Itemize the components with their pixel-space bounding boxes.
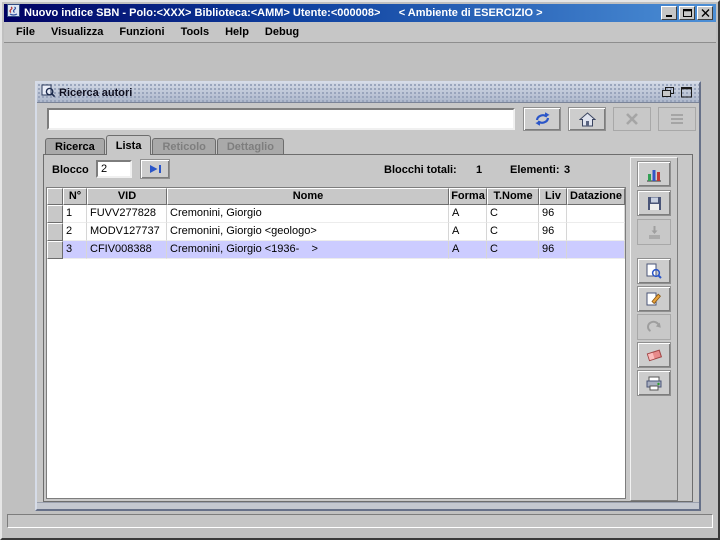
refresh-icon <box>534 112 550 126</box>
table-row[interactable]: 1 FUVV277828 Cremonini, Giorgio A C 96 <box>47 205 625 223</box>
blocco-input[interactable] <box>96 160 132 178</box>
edit-record-button[interactable] <box>637 286 671 312</box>
col-selector <box>47 188 63 205</box>
search-book-icon <box>41 83 56 102</box>
cancel-icon <box>626 113 638 125</box>
tab-reticolo: Reticolo <box>152 138 216 155</box>
row-selector-cell <box>47 223 63 241</box>
list-icon <box>671 114 683 124</box>
close-icon <box>701 9 709 17</box>
menu-debug[interactable]: Debug <box>257 23 307 41</box>
table-row[interactable]: 2 MODV127737 Cremonini, Giorgio <geologo… <box>47 223 625 241</box>
print-button[interactable] <box>637 370 671 396</box>
row-selector-cell <box>47 205 63 223</box>
cancel-button <box>613 107 651 131</box>
frame-titlebar[interactable]: Ricerca autori <box>37 83 699 103</box>
menu-bar: File Visualizza Funzioni Tools Help Debu… <box>4 22 716 43</box>
frame-restore-button[interactable] <box>659 85 676 101</box>
erase-button[interactable] <box>637 342 671 368</box>
next-block-icon <box>149 165 161 173</box>
menu-funzioni[interactable]: Funzioni <box>111 23 172 41</box>
eraser-icon <box>646 349 662 362</box>
blocchi-totali-label: Blocchi totali: <box>384 164 457 176</box>
table-header: N° VID Nome Forma T.Nome Liv Datazione <box>47 188 625 205</box>
menu-visualizza[interactable]: Visualizza <box>43 23 111 41</box>
export-button[interactable] <box>637 190 671 216</box>
col-liv[interactable]: Liv <box>539 188 567 205</box>
chart-icon <box>647 170 661 182</box>
undo-button <box>637 314 671 340</box>
ricerca-autori-frame: Ricerca autori Ricerca Lista Reticolo De… <box>35 81 701 511</box>
col-vid[interactable]: VID <box>87 188 167 205</box>
frame-maximize-button[interactable] <box>678 85 695 101</box>
home-button[interactable] <box>568 107 606 131</box>
tab-dettaglio: Dettaglio <box>216 138 284 155</box>
home-icon <box>578 111 596 126</box>
menu-tools[interactable]: Tools <box>173 23 218 41</box>
col-forma[interactable]: Forma <box>449 188 487 205</box>
menu-help[interactable]: Help <box>217 23 257 41</box>
import-button <box>637 219 671 245</box>
frame-title: Ricerca autori <box>59 86 133 99</box>
side-toolbar <box>630 157 678 501</box>
minimize-icon <box>665 15 672 17</box>
desktop-pane: Ricerca autori Ricerca Lista Reticolo De… <box>4 43 716 536</box>
menu-file[interactable]: File <box>8 23 43 41</box>
import-icon <box>648 225 660 239</box>
status-bar <box>7 514 713 528</box>
elementi-label: Elementi: <box>510 164 560 176</box>
col-datazione[interactable]: Datazione <box>567 188 625 205</box>
col-t-nome[interactable]: T.Nome <box>487 188 539 205</box>
magnifier-doc-icon <box>646 263 662 279</box>
search-input[interactable] <box>47 108 515 130</box>
chart-button[interactable] <box>637 161 671 187</box>
list-button <box>658 107 696 131</box>
printer-icon <box>646 376 662 390</box>
table-row-selected[interactable]: 3 CFIV008388 Cremonini, Giorgio <1936- >… <box>47 241 625 259</box>
close-button[interactable] <box>697 6 713 20</box>
frame-footer <box>37 502 699 509</box>
window-titlebar[interactable]: Nuovo indice SBN - Polo:<XXX> Biblioteca… <box>4 4 716 22</box>
undo-icon <box>646 320 661 332</box>
tab-lista[interactable]: Lista <box>105 135 152 155</box>
tab-bar: Ricerca Lista Reticolo Dettaglio <box>45 135 285 155</box>
restore-icon <box>661 87 674 97</box>
app-window: Nuovo indice SBN - Polo:<XXX> Biblioteca… <box>0 0 720 540</box>
save-icon <box>647 196 661 210</box>
col-n[interactable]: N° <box>63 188 87 205</box>
tab-ricerca[interactable]: Ricerca <box>45 138 105 155</box>
edit-icon <box>646 292 661 306</box>
refresh-search-button[interactable] <box>523 107 561 131</box>
frame-body: Ricerca Lista Reticolo Dettaglio Blocco … <box>37 103 699 509</box>
maximize-icon <box>682 9 692 17</box>
results-table: N° VID Nome Forma T.Nome Liv Datazione 1… <box>46 187 626 499</box>
window-title: Nuovo indice SBN - Polo:<XXX> Biblioteca… <box>24 7 543 19</box>
lista-panel: Blocco Blocchi totali: 1 Elementi: 3 N° <box>43 154 693 502</box>
maximize-button[interactable] <box>679 6 695 20</box>
elementi-value: 3 <box>564 164 571 176</box>
row-selector-cell <box>47 241 63 259</box>
go-block-button[interactable] <box>140 159 170 179</box>
maximize-icon <box>680 87 692 98</box>
blocchi-totali-value: 1 <box>476 164 483 176</box>
view-record-button[interactable] <box>637 258 671 284</box>
java-cup-icon <box>7 4 20 22</box>
minimize-button[interactable] <box>661 6 677 20</box>
col-nome[interactable]: Nome <box>167 188 449 205</box>
blocco-label: Blocco <box>52 164 89 176</box>
